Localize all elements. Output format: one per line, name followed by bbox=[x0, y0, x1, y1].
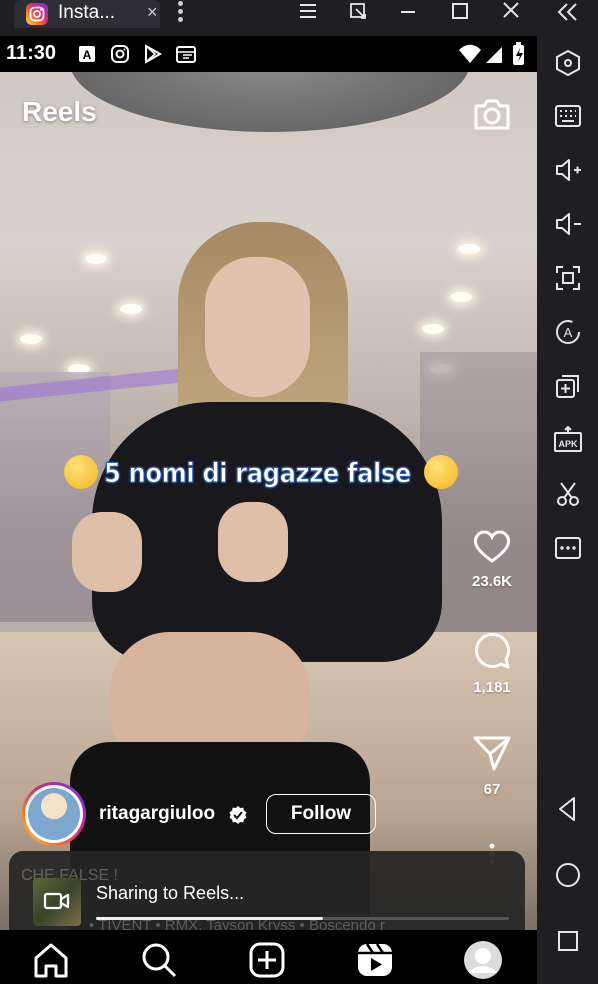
share-count: 67 bbox=[483, 781, 501, 798]
comment-button[interactable]: 1,181 bbox=[462, 630, 522, 696]
emulator-window: Insta... × 11:30 A Reels 5 nomi di ragaz… bbox=[0, 0, 598, 984]
verified-badge-icon bbox=[229, 806, 247, 824]
emulator-toolbar: A APK bbox=[537, 36, 598, 984]
reel-overlay-caption: 5 nomi di ragazze false bbox=[62, 455, 462, 495]
svg-text:A: A bbox=[564, 325, 573, 340]
upload-thumbnail bbox=[33, 878, 81, 926]
menu-icon[interactable] bbox=[292, 0, 324, 24]
thinking-emoji-icon bbox=[64, 455, 98, 489]
profile-avatar-icon[interactable] bbox=[463, 940, 503, 980]
follow-button[interactable]: Follow bbox=[266, 794, 376, 834]
play-store-icon bbox=[145, 44, 163, 64]
maximize-icon[interactable] bbox=[444, 0, 476, 24]
more-horiz-icon[interactable] bbox=[553, 533, 583, 563]
create-icon[interactable] bbox=[247, 940, 287, 980]
instagram-icon bbox=[26, 3, 48, 25]
keyboard-icon[interactable] bbox=[553, 101, 583, 131]
svg-text:APK: APK bbox=[558, 439, 578, 449]
volume-up-icon[interactable] bbox=[553, 155, 583, 185]
signal-icon bbox=[486, 47, 502, 63]
share-button[interactable]: 67 bbox=[462, 734, 522, 798]
battery-icon bbox=[513, 42, 524, 65]
reel-video[interactable]: Reels 5 nomi di ragazze false 23.6K 1,18… bbox=[0, 72, 537, 930]
tongue-emoji-icon bbox=[424, 455, 458, 489]
collapse-sidebar-icon[interactable] bbox=[555, 1, 581, 28]
browser-tab[interactable]: Insta... × bbox=[14, 0, 160, 28]
multi-instance-icon[interactable] bbox=[553, 371, 583, 401]
wifi-icon bbox=[459, 44, 481, 63]
resize-icon[interactable] bbox=[342, 0, 374, 24]
camera-icon[interactable] bbox=[472, 96, 512, 137]
video-camera-icon bbox=[43, 892, 70, 910]
recents-icon[interactable] bbox=[553, 926, 583, 956]
fullscreen-icon[interactable] bbox=[553, 263, 583, 293]
status-time: 11:30 bbox=[6, 42, 57, 64]
tab-close-icon[interactable]: × bbox=[147, 2, 158, 22]
avatar[interactable] bbox=[22, 782, 86, 846]
home-icon[interactable] bbox=[31, 940, 71, 980]
like-count: 23.6K bbox=[471, 573, 513, 590]
heart-icon bbox=[473, 530, 511, 563]
more-vert-icon[interactable] bbox=[178, 1, 184, 23]
comment-count: 1,181 bbox=[473, 679, 511, 696]
keyboard-a-icon: A bbox=[79, 46, 95, 62]
upload-progress-bar bbox=[96, 917, 509, 920]
window-titlebar: Insta... × bbox=[0, 0, 598, 36]
apk-install-icon[interactable]: APK bbox=[553, 425, 583, 455]
instagram-notif-icon bbox=[111, 45, 129, 63]
home-circle-icon[interactable] bbox=[553, 860, 583, 890]
back-icon[interactable] bbox=[553, 794, 583, 824]
like-button[interactable]: 23.6K bbox=[462, 528, 522, 590]
calendar-icon bbox=[176, 46, 196, 63]
send-icon bbox=[473, 736, 511, 771]
volume-down-icon[interactable] bbox=[553, 209, 583, 239]
comment-icon bbox=[475, 633, 510, 669]
rotate-icon[interactable]: A bbox=[553, 317, 583, 347]
scissors-icon[interactable] bbox=[553, 479, 583, 509]
video-background bbox=[70, 72, 470, 132]
upload-toast: CHE FALSE ! • TIVENT • RMX, Tayson Kryss… bbox=[9, 851, 525, 930]
close-window-icon[interactable] bbox=[495, 0, 527, 24]
author-username[interactable]: ritagargiuloo bbox=[99, 803, 215, 825]
page-title: Reels bbox=[22, 96, 97, 127]
phone-screen: 11:30 A Reels 5 nomi di ragazze false 23… bbox=[0, 36, 537, 984]
svg-text:A: A bbox=[83, 48, 92, 62]
tab-title: Insta... bbox=[58, 2, 116, 23]
settings-hex-icon[interactable] bbox=[553, 48, 583, 78]
status-bar: 11:30 A bbox=[0, 36, 537, 72]
toast-message: Sharing to Reels... bbox=[96, 883, 245, 903]
minimize-icon[interactable] bbox=[392, 0, 424, 24]
search-icon[interactable] bbox=[139, 940, 179, 980]
reels-icon[interactable] bbox=[355, 940, 395, 980]
bottom-nav bbox=[0, 930, 537, 984]
